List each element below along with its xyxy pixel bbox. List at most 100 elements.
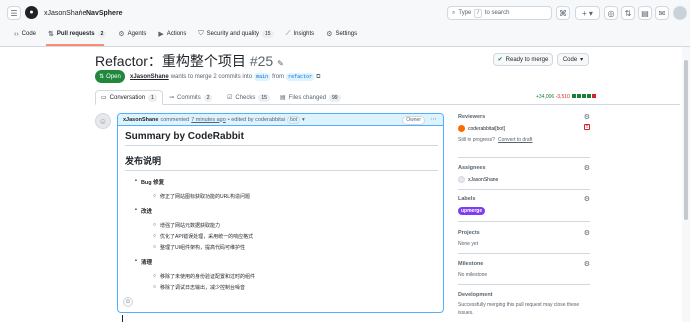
file-diff-icon: ▤ <box>280 95 286 101</box>
diff-bar <box>572 94 577 98</box>
comment-timestamp[interactable]: 7 minutes ago <box>191 117 226 123</box>
tab-checks[interactable]: ☑ Checks 15 <box>222 90 275 105</box>
chevron-down-icon: ▾ <box>580 57 584 63</box>
base-branch[interactable]: main <box>254 73 271 81</box>
tab-agents[interactable]: ⚙ Agents <box>112 27 152 41</box>
tab-settings[interactable]: ⚙ Settings <box>320 27 363 41</box>
active-tab-indicator <box>46 44 104 46</box>
command-palette-icon[interactable]: ⌘ <box>556 6 570 20</box>
page-title: Refactor：重构整个项目 #25 ✎ <box>95 51 284 71</box>
avatar <box>458 125 465 132</box>
inbox-icon[interactable]: ✉ <box>655 6 669 20</box>
repositories-icon[interactable]: ▤ <box>638 6 652 20</box>
gear-icon[interactable]: ⚙ <box>584 113 590 121</box>
projects-value: None yet <box>458 241 479 247</box>
code-icon: ‹› <box>14 30 19 38</box>
code-dropdown-button[interactable]: Code ▾ <box>557 53 589 66</box>
checklist-icon: ☑ <box>227 95 233 101</box>
development-section: Development Successfully merging this pu… <box>458 292 590 317</box>
list-item: • 清理 <box>135 258 152 266</box>
shield-icon: ⛉ <box>198 30 204 37</box>
create-new-button[interactable]: + ▾ <box>575 6 600 20</box>
edit-pencil-icon[interactable]: ✎ <box>277 59 284 68</box>
gear-icon[interactable]: ⚙ <box>584 229 590 237</box>
tab-commits[interactable]: ⊸ Commits 2 <box>164 90 217 105</box>
head-branch[interactable]: refactor <box>286 73 315 81</box>
milestone-value: No milestone <box>458 272 488 278</box>
list-item: • 改进 <box>135 207 152 215</box>
plus-icon: + ▾ <box>582 8 593 18</box>
assignee-name[interactable]: xJasonShane <box>468 177 498 183</box>
projects-row: None yet <box>458 241 590 247</box>
diff-bar <box>587 94 592 98</box>
convert-to-draft-link[interactable]: Convert to draft <box>498 137 532 143</box>
conversation-icon: ▭ <box>101 95 107 101</box>
avatar <box>458 176 465 183</box>
pull-request-icon: ⇅ <box>48 31 54 38</box>
diff-stat: +34,006 -3,510 <box>536 94 597 100</box>
gear-icon[interactable]: ⚙ <box>584 260 590 268</box>
tab-insights[interactable]: ⟋ Insights <box>280 27 321 41</box>
labels-section: Labels ⚙ upmerge <box>458 196 590 215</box>
reviewer-name[interactable]: coderabbitai[bot] <box>468 126 505 132</box>
chevron-down-icon[interactable]: ▾ <box>302 117 305 123</box>
reviewers-title: Reviewers <box>458 114 486 120</box>
breadcrumb-separator: / <box>79 10 81 17</box>
tab-code[interactable]: ‹› Code <box>8 27 42 41</box>
pr-meta: xJasonShane wants to merge 2 commits int… <box>130 73 321 81</box>
list-item: ○ 优化了API错误处理，采用统一的响应格式 <box>153 233 254 240</box>
divider <box>458 221 590 222</box>
tab-pull-requests[interactable]: ⇅ Pull requests 2 <box>42 27 112 41</box>
label-badge[interactable]: upmerge <box>458 207 486 215</box>
edited-by[interactable]: • edited by coderabbitai <box>228 117 285 123</box>
comment-author[interactable]: xJasonShane <box>123 117 158 123</box>
menu-icon[interactable]: ☰ <box>7 6 21 20</box>
diff-bar <box>577 94 582 98</box>
issues-icon[interactable]: ◎ <box>604 6 618 20</box>
assignees-title: Assignees <box>458 165 486 171</box>
divider <box>458 189 590 190</box>
more-options-icon[interactable]: ⋯ <box>430 115 437 123</box>
divider <box>458 253 590 254</box>
check-icon: ✔ <box>497 57 503 63</box>
agents-icon: ⚙ <box>118 31 125 38</box>
comment-header: xJasonShane commented 7 minutes ago • ed… <box>118 114 443 126</box>
pr-author-link[interactable]: xJasonShane <box>130 74 169 80</box>
divider <box>458 284 590 285</box>
bot-badge: bot <box>287 115 301 124</box>
tab-actions[interactable]: ▶ Actions <box>152 27 192 41</box>
gear-icon[interactable]: ⚙ <box>584 164 590 172</box>
copy-icon[interactable]: ⧉ <box>316 74 320 81</box>
changes-requested-icon: ± <box>584 124 590 130</box>
github-logo-icon[interactable]: ● <box>25 6 38 19</box>
search-shortcut: / <box>474 8 482 18</box>
user-avatar[interactable] <box>673 6 687 20</box>
assignees-section: Assignees ⚙ xJasonShane <box>458 165 590 183</box>
scrollbar-thumb[interactable] <box>684 60 688 220</box>
pull-requests-icon[interactable]: ⇅ <box>621 6 635 20</box>
list-item: ○ 修正了网站图标获取功能的URL构造问题 <box>153 193 251 200</box>
gear-icon[interactable]: ⚙ <box>584 195 590 203</box>
list-item: ○ 移除了未使用的身份验证配置和过时的组件 <box>153 273 256 280</box>
pr-number: #25 <box>249 53 274 69</box>
repo-nav: ‹› Code ⇅ Pull requests 2 ⚙ Agents ▶ Actions … <box>8 27 363 41</box>
tab-conversation[interactable]: ▭ Conversation 1 <box>95 90 163 105</box>
tab-security[interactable]: ⛉ Security and quality 15 <box>192 27 279 41</box>
gear-icon: ⚙ <box>326 31 333 38</box>
development-title: Development <box>458 292 493 298</box>
search-input[interactable]: ⌕ Type / to search <box>447 6 552 20</box>
text-cursor <box>122 315 123 322</box>
list-item: ○ 整理了UI组件架构，提高代码可维护性 <box>153 244 246 251</box>
repo-name-link[interactable]: NavSphere <box>86 10 123 17</box>
list-item: ○ 移除了调试日志输出，减少控制台噪音 <box>153 284 246 291</box>
graph-icon: ⟋ <box>285 30 291 37</box>
add-reaction-icon[interactable]: ☺ <box>123 297 133 307</box>
tab-files-changed[interactable]: ▤ Files changed 99 <box>275 90 346 105</box>
deletions-count: -3,510 <box>555 94 570 100</box>
summary-heading: Summary by CodeRabbit <box>125 131 438 146</box>
ready-to-merge-button[interactable]: ✔ Ready to merge <box>493 53 553 66</box>
labels-title: Labels <box>458 196 476 202</box>
global-header: ☰ ● xJasonShane / NavSphere ⌕ Type / to … <box>0 0 690 47</box>
comment-author-avatar[interactable]: ☺ <box>95 113 111 129</box>
milestone-row: No milestone <box>458 272 590 278</box>
